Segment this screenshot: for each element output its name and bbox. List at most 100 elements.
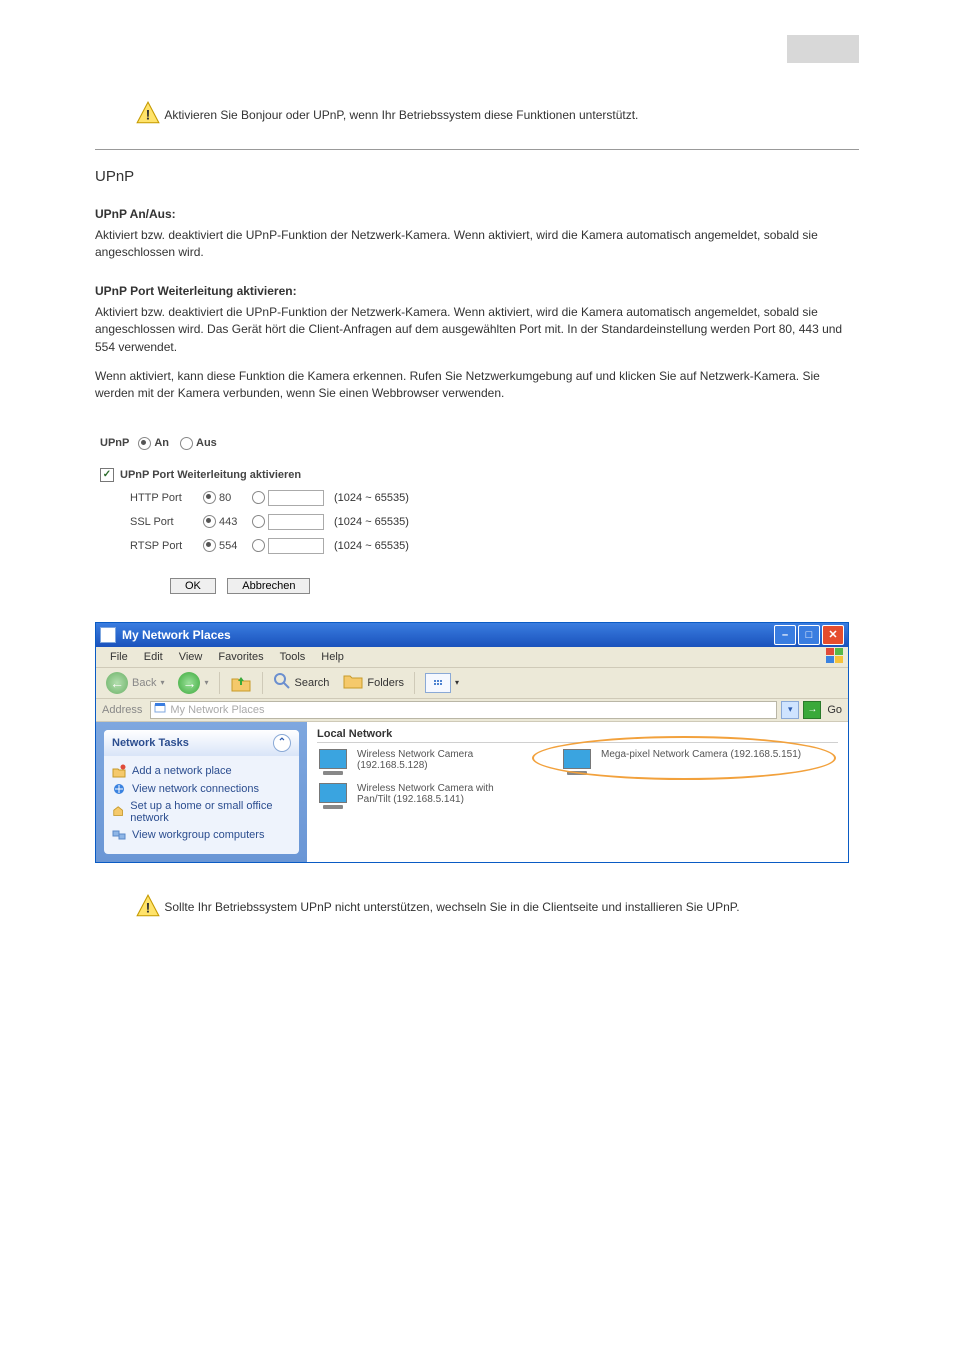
ssl-port-custom-radio[interactable] (252, 515, 265, 528)
windows-flag-icon (826, 648, 844, 664)
section-divider (95, 149, 859, 150)
toolbar-folders-button[interactable]: Folders (339, 670, 408, 695)
explorer-content: Local Network Wireless Network Camera (1… (307, 722, 848, 862)
address-dropdown-button[interactable]: ▾ (781, 701, 799, 719)
sidebar-item-label: View workgroup computers (132, 829, 264, 841)
panel-collapse-button[interactable]: ⌃ (273, 734, 291, 752)
monitor-icon (317, 749, 349, 777)
toolbar-back-button[interactable]: ← Back ▾ (102, 670, 168, 696)
explorer-window: My Network Places – □ ✕ File Edit View F… (95, 622, 849, 863)
window-minimize-button[interactable]: – (774, 625, 796, 645)
rtsp-port-default-value: 554 (219, 540, 249, 552)
toolbar-search-label: Search (295, 677, 330, 689)
search-icon (273, 672, 291, 693)
sidebar-setup-home-network[interactable]: Set up a home or small office network (112, 798, 291, 826)
camera-ip: (192.168.5.128) (357, 760, 473, 771)
sidebar-item-label: View network connections (132, 783, 259, 795)
toolbar-separator (262, 672, 263, 694)
rtsp-port-range: (1024 ~ 65535) (324, 540, 409, 552)
camera-name: Wireless Network Camera with (357, 783, 494, 794)
toolbar-folders-label: Folders (367, 677, 404, 689)
address-field-icon (154, 702, 166, 717)
page-corner-box (787, 35, 859, 63)
go-button[interactable]: → (803, 701, 821, 719)
rtsp-port-custom-radio[interactable] (252, 539, 265, 552)
menu-favorites[interactable]: Favorites (210, 651, 271, 663)
toolbar-search-button[interactable]: Search (269, 670, 334, 695)
upnp-on-radio[interactable] (138, 437, 151, 450)
network-connections-icon (112, 782, 126, 796)
camera-name: Wireless Network Camera (357, 749, 473, 760)
ssl-port-default-radio[interactable] (203, 515, 216, 528)
explorer-toolbar: ← Back ▾ → ▾ Search (96, 668, 848, 699)
ok-button[interactable]: OK (170, 578, 216, 594)
address-value: My Network Places (170, 704, 264, 716)
network-tasks-panel: Network Tasks ⌃ Add a network place View… (104, 730, 299, 854)
rtsp-port-default-radio[interactable] (203, 539, 216, 552)
toolbar-view-button[interactable]: ▾ (421, 671, 463, 695)
upnp-off-radio[interactable] (180, 437, 193, 450)
svg-text:!: ! (146, 107, 151, 123)
camera-name: Mega-pixel Network Camera (192.168.5.151… (601, 749, 801, 760)
camera-ip: Pan/Tilt (192.168.5.141) (357, 794, 494, 805)
camera-item[interactable]: Wireless Network Camera (192.168.5.128) (317, 749, 537, 777)
ssl-port-custom-input[interactable] (268, 514, 324, 530)
sidebar-item-label: Set up a home or small office network (130, 800, 291, 824)
home-network-icon (112, 805, 124, 819)
port-forwarding-description: Aktiviert bzw. deaktiviert die UPnP-Funk… (95, 302, 859, 366)
http-port-custom-radio[interactable] (252, 491, 265, 504)
view-icon (425, 673, 451, 693)
ssl-port-default-value: 443 (219, 516, 249, 528)
camera-item[interactable]: Wireless Network Camera with Pan/Tilt (1… (317, 783, 537, 811)
go-label: Go (825, 704, 842, 716)
explorer-title: My Network Places (122, 628, 774, 642)
explorer-title-icon (100, 627, 116, 643)
menu-view[interactable]: View (171, 651, 211, 663)
sidebar-view-workgroup[interactable]: View workgroup computers (112, 826, 291, 844)
window-maximize-button[interactable]: □ (798, 625, 820, 645)
ssl-port-row: SSL Port 443 (1024 ~ 65535) (100, 510, 854, 534)
menu-tools[interactable]: Tools (272, 651, 314, 663)
chevron-down-icon: ▾ (204, 678, 208, 687)
menu-edit[interactable]: Edit (136, 651, 171, 663)
section-heading-upnp: UPnP (95, 160, 859, 195)
content-header: Local Network (317, 728, 838, 743)
http-port-default-radio[interactable] (203, 491, 216, 504)
upnp-port-forwarding-label: UPnP Port Weiterleitung aktivieren (120, 469, 301, 481)
folders-icon (343, 672, 363, 693)
camera-item-highlighted[interactable]: Mega-pixel Network Camera (192.168.5.151… (561, 749, 821, 777)
http-port-custom-input[interactable] (268, 490, 324, 506)
explorer-titlebar: My Network Places – □ ✕ (96, 623, 848, 647)
toolbar-forward-button[interactable]: → ▾ (174, 670, 212, 696)
sidebar-add-network-place[interactable]: Add a network place (112, 762, 291, 780)
sidebar-view-connections[interactable]: View network connections (112, 780, 291, 798)
upnp-settings-panel: UPnP An Aus ✓ UPnP Port Weiterleitung ak… (100, 423, 854, 604)
window-close-button[interactable]: ✕ (822, 625, 844, 645)
upnp-off-label: Aus (196, 437, 217, 449)
toolbar-separator (219, 672, 220, 694)
chevron-down-icon: ▾ (160, 678, 164, 687)
cancel-button[interactable]: Abbrechen (227, 578, 310, 594)
rtsp-port-row: RTSP Port 554 (1024 ~ 65535) (100, 534, 854, 558)
sidebar-item-label: Add a network place (132, 765, 232, 777)
explorer-menubar: File Edit View Favorites Tools Help (96, 647, 848, 668)
intro-text: Aktivieren Sie Bonjour oder UPnP, wenn I… (164, 108, 824, 122)
http-port-row: HTTP Port 80 (1024 ~ 65535) (100, 486, 854, 510)
explorer-addressbar: Address My Network Places ▾ → Go (96, 699, 848, 722)
toolbar-up-button[interactable] (226, 671, 256, 695)
folder-up-icon (230, 673, 252, 693)
menu-help[interactable]: Help (313, 651, 352, 663)
forward-arrow-icon: → (178, 672, 200, 694)
subheading-port-forwarding: UPnP Port Weiterleitung aktivieren: (95, 272, 859, 302)
http-port-default-value: 80 (219, 492, 249, 504)
warning-icon: ! (135, 893, 161, 922)
upnp-port-forwarding-checkbox[interactable]: ✓ (100, 468, 114, 482)
monitor-icon (561, 749, 593, 777)
network-tasks-title: Network Tasks (112, 737, 189, 749)
enable-description: Aktiviert bzw. deaktiviert die UPnP-Funk… (95, 225, 859, 272)
address-label: Address (102, 704, 146, 716)
rtsp-port-custom-input[interactable] (268, 538, 324, 554)
address-field[interactable]: My Network Places (150, 701, 777, 719)
bottom-note-text: Sollte Ihr Betriebssystem UPnP nicht unt… (164, 900, 824, 914)
menu-file[interactable]: File (102, 651, 136, 663)
